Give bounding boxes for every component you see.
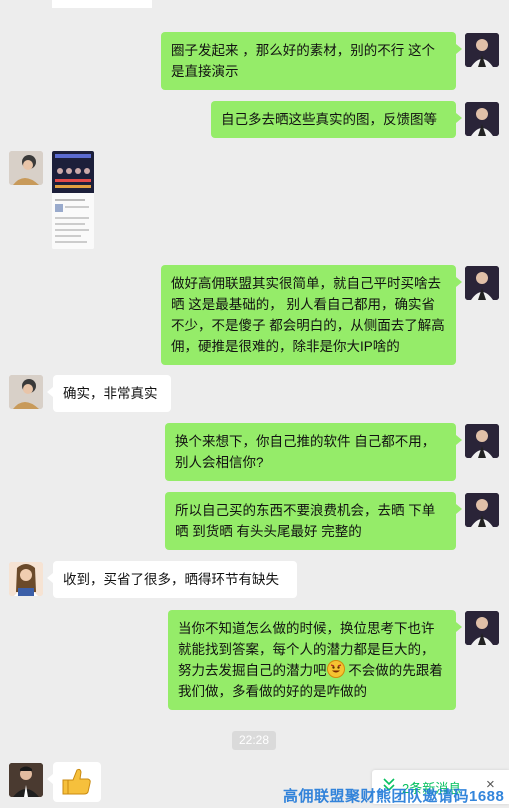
thumbs-up-icon (62, 768, 91, 795)
contact-avatar[interactable] (9, 375, 43, 409)
message-bubble-6[interactable]: 换个来想下，你自己推的软件 自己都不用，别人会相信你? (165, 423, 462, 481)
sender-avatar[interactable] (465, 33, 499, 67)
message-bubble-8[interactable]: 收到，买省了很多，晒得环节有缺失 (47, 561, 297, 598)
top-partial-bubble (52, 0, 152, 8)
message-bubble-1[interactable]: 圈子发起来 ，那么好的素材，别的不行 这个是直接演示 (161, 32, 462, 90)
message-bubble-2[interactable]: 自己多去晒这些真实的图，反馈图等 (211, 101, 462, 138)
grinning-face-emoji-icon (326, 660, 345, 678)
message-bubble-7[interactable]: 所以自己买的东西不要浪费机会，去晒 下单晒 到货晒 有头头尾最好 完整的 (165, 492, 462, 550)
chat-image[interactable] (52, 151, 94, 249)
sender-avatar[interactable] (465, 266, 499, 300)
contact-avatar[interactable] (9, 562, 43, 596)
sender-avatar[interactable] (465, 424, 499, 458)
sender-avatar[interactable] (465, 611, 499, 645)
message-bubble-4[interactable]: 做好高佣联盟其实很简单，就自己平时买啥去晒 这是最基础的， 别人看自己都用，确实… (161, 265, 462, 365)
message-bubble-5[interactable]: 确实，非常真实 (47, 375, 171, 412)
contact-avatar[interactable] (9, 763, 43, 797)
sticker-bubble[interactable] (47, 762, 101, 802)
contact-avatar[interactable] (9, 151, 43, 185)
timestamp: 22:28 (232, 731, 276, 750)
message-bubble-9[interactable]: 当你不知道怎么做的时候，换位思考下也许就能找到答案，每个人的潜力都是巨大的，努力… (168, 610, 462, 710)
watermark-text: 高佣联盟聚财熊团队邀请码1688 (283, 788, 505, 805)
sender-avatar[interactable] (465, 493, 499, 527)
sender-avatar[interactable] (465, 102, 499, 136)
screenshot-thumbnail-icon (52, 151, 94, 249)
